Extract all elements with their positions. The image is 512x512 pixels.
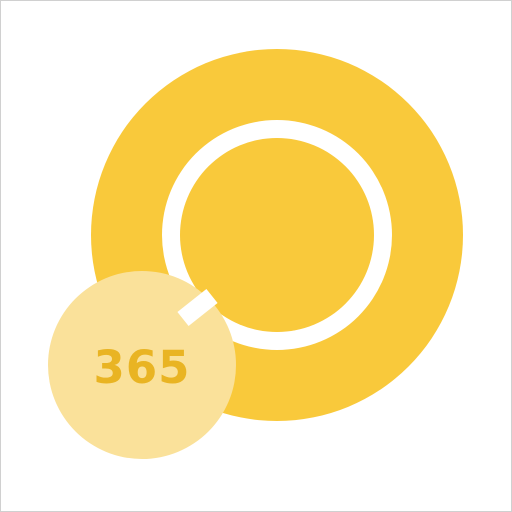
app-icon-graphic	[48, 49, 463, 459]
badge-text: 365	[93, 341, 191, 394]
